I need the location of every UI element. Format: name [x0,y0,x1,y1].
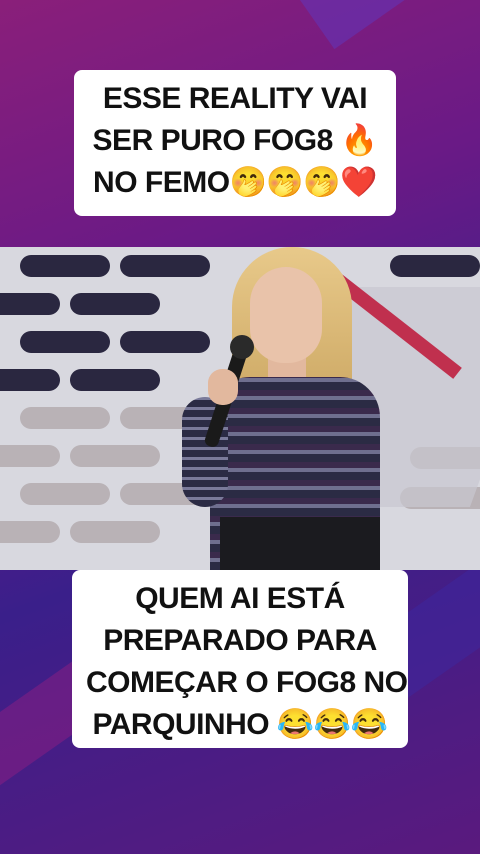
wall-slot [70,293,160,315]
wall-slot [0,369,60,391]
wall-slot [20,483,110,505]
top-caption-line: SER PURO FOG8 🔥 [92,124,378,157]
background-stripe [300,0,480,50]
wall-slot [70,369,160,391]
wall-slot [0,445,60,467]
wall-slot [0,521,60,543]
wall-slot [0,293,60,315]
presenter [180,247,400,570]
bottom-caption-line: QUEM AI ESTÁ [135,582,345,615]
bottom-caption-line: PREPARADO PARA [103,624,377,657]
top-caption: ESSE REALITY VAI SER PURO FOG8 🔥 NO FEMO… [74,70,396,216]
bottom-caption-line: PARQUINHO 😂😂😂 [92,708,388,741]
presenter-face [250,267,322,363]
wall-slot [70,445,160,467]
bottom-caption-line: COMEÇAR O FOG8 NO [86,666,408,699]
wall-slot [20,331,110,353]
bottom-caption: QUEM AI ESTÁ PREPARADO PARA COMEÇAR O FO… [72,570,408,748]
top-caption-line: NO FEMO🤭🤭🤭❤️ [93,166,377,199]
wall-slot [70,521,160,543]
wall-slot [20,255,110,277]
black-skirt [220,517,380,570]
top-caption-line: ESSE REALITY VAI [102,82,368,115]
video-frame [0,247,480,570]
presenter-hand [208,369,238,405]
wall-slot [390,255,480,277]
microphone-head [230,335,254,359]
wall-slot [20,407,110,429]
